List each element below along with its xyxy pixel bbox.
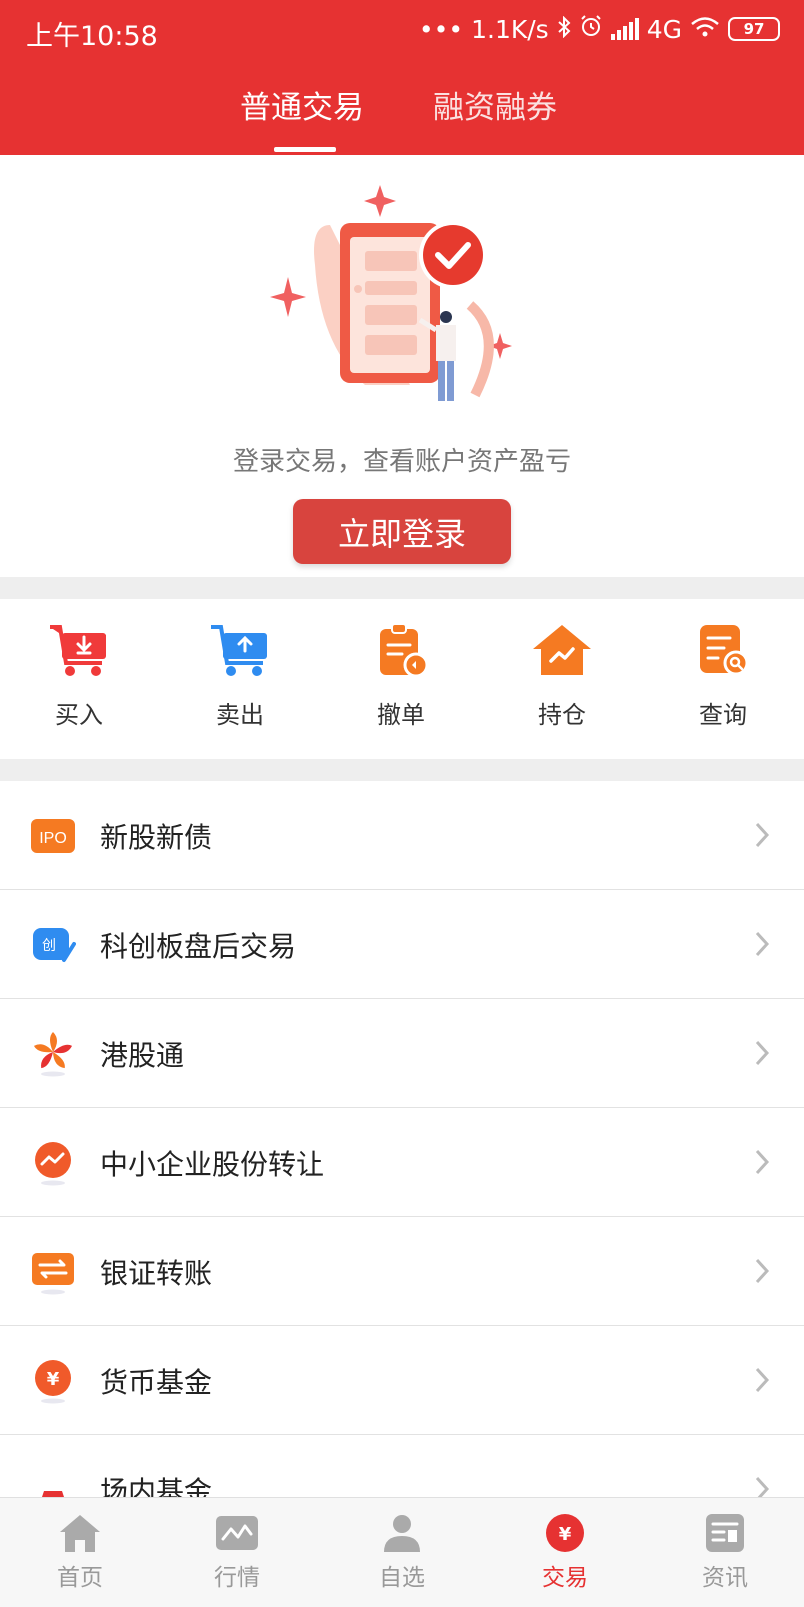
menu-item-label: 科创板盘后交易 (100, 930, 297, 963)
chevron-right-icon (755, 822, 770, 848)
trade-tabs: 普通交易 融资融券 (0, 82, 804, 155)
active-tab-indicator (274, 147, 336, 152)
market-chart-icon (216, 1516, 258, 1550)
net-speed: 1.1K/s (471, 14, 549, 44)
battery-icon: 97 (728, 17, 780, 41)
menu-item-label: 新股新债 (100, 821, 213, 854)
chevron-right-icon (755, 1367, 770, 1393)
svg-text:¥: ¥ (47, 1369, 60, 1390)
login-illustration-icon (270, 185, 512, 401)
money-fund-icon: ¥ (35, 1360, 71, 1404)
user-icon (384, 1515, 420, 1552)
nav-market-label: 行情 (214, 1565, 260, 1591)
menu-item-bank-transfer[interactable]: 银证转账 (0, 1217, 804, 1326)
cart-download-icon (50, 625, 106, 676)
ipo-icon: IPO (31, 819, 75, 853)
status-time: 上午10:58 (26, 21, 158, 52)
tab-normal-trade[interactable]: 普通交易 (240, 82, 364, 127)
action-sell[interactable]: 卖出 (180, 621, 300, 730)
nav-watchlist-label: 自选 (379, 1565, 425, 1591)
yen-coin-icon: ¥ (546, 1514, 584, 1552)
nav-home[interactable]: 首页 (25, 1512, 135, 1592)
nav-news-label: 资讯 (702, 1565, 748, 1591)
star-market-icon: 创 (33, 928, 76, 962)
nav-market[interactable]: 行情 (182, 1512, 292, 1592)
chevron-right-icon (755, 931, 770, 957)
section-divider (0, 759, 804, 781)
trend-circle-icon (35, 1142, 71, 1186)
login-prompt: 登录交易，查看账户资产盈亏 (232, 447, 571, 477)
login-hero: 登录交易，查看账户资产盈亏 立即登录 (0, 155, 804, 575)
signal-icon (610, 18, 639, 40)
news-icon (706, 1514, 744, 1552)
menu-item-hk-connect[interactable]: 港股通 (0, 999, 804, 1108)
app-header: 上午10:58 ••• 1.1K/s 4G 97 普通交易 融资融券 (0, 0, 804, 155)
chevron-right-icon (755, 1149, 770, 1175)
login-button[interactable]: 立即登录 (293, 499, 511, 564)
action-cancel-order[interactable]: 撤单 (341, 621, 461, 730)
bluetooth-icon (557, 15, 571, 44)
network-type: 4G (646, 14, 682, 44)
menu-item-label: 银证转账 (100, 1257, 213, 1290)
alarm-icon (579, 14, 603, 44)
status-bar: 上午10:58 ••• 1.1K/s 4G 97 (0, 0, 804, 60)
nav-watchlist[interactable]: 自选 (347, 1512, 457, 1592)
nav-trade-label: 交易 (542, 1565, 588, 1591)
wifi-icon (690, 15, 720, 44)
action-buy-label: 买入 (55, 701, 103, 729)
bottom-nav: 首页 行情 自选 ¥ 交易 资讯 (0, 1497, 804, 1607)
action-sell-label: 卖出 (216, 701, 264, 729)
nav-news[interactable]: 资讯 (670, 1512, 780, 1592)
bank-transfer-icon (32, 1253, 74, 1295)
action-query[interactable]: 查询 (663, 621, 783, 730)
nav-trade[interactable]: ¥ 交易 (510, 1512, 620, 1592)
svg-text:创: 创 (42, 938, 56, 954)
action-positions-label: 持仓 (538, 701, 586, 729)
action-buy[interactable]: 买入 (19, 621, 139, 730)
document-search-icon (700, 625, 749, 676)
trade-menu-list: IPO 新股新债 创 科创板盘后交易 港股通 中小企业股份转让 银证转账 ¥ 货… (0, 781, 804, 1544)
menu-item-star-market-after-hours[interactable]: 创 科创板盘后交易 (0, 890, 804, 999)
bauhinia-icon (33, 1032, 73, 1077)
more-dots: ••• (418, 14, 464, 44)
section-divider (0, 577, 804, 599)
action-query-label: 查询 (699, 701, 747, 729)
tab-margin-trade[interactable]: 融资融券 (433, 82, 557, 127)
home-icon (60, 1515, 100, 1552)
cart-upload-icon (211, 625, 267, 676)
quick-actions: 买入 卖出 撤单 持仓 查询 (0, 599, 804, 759)
menu-item-new-stocks[interactable]: IPO 新股新债 (0, 781, 804, 890)
house-chart-icon (533, 625, 591, 675)
svg-text:¥: ¥ (559, 1524, 572, 1545)
menu-item-label: 中小企业股份转让 (100, 1148, 325, 1181)
svg-text:IPO: IPO (39, 830, 67, 847)
menu-item-money-fund[interactable]: ¥ 货币基金 (0, 1326, 804, 1435)
action-positions[interactable]: 持仓 (502, 621, 622, 730)
action-cancel-order-label: 撤单 (377, 701, 425, 729)
chevron-right-icon (755, 1040, 770, 1066)
clipboard-undo-icon (380, 623, 429, 678)
menu-item-label: 港股通 (100, 1039, 185, 1072)
menu-item-sme-share-transfer[interactable]: 中小企业股份转让 (0, 1108, 804, 1217)
nav-home-label: 首页 (57, 1565, 103, 1591)
menu-item-label: 货币基金 (100, 1366, 213, 1399)
chevron-right-icon (755, 1258, 770, 1284)
status-icons: ••• 1.1K/s 4G 97 (419, 14, 780, 44)
